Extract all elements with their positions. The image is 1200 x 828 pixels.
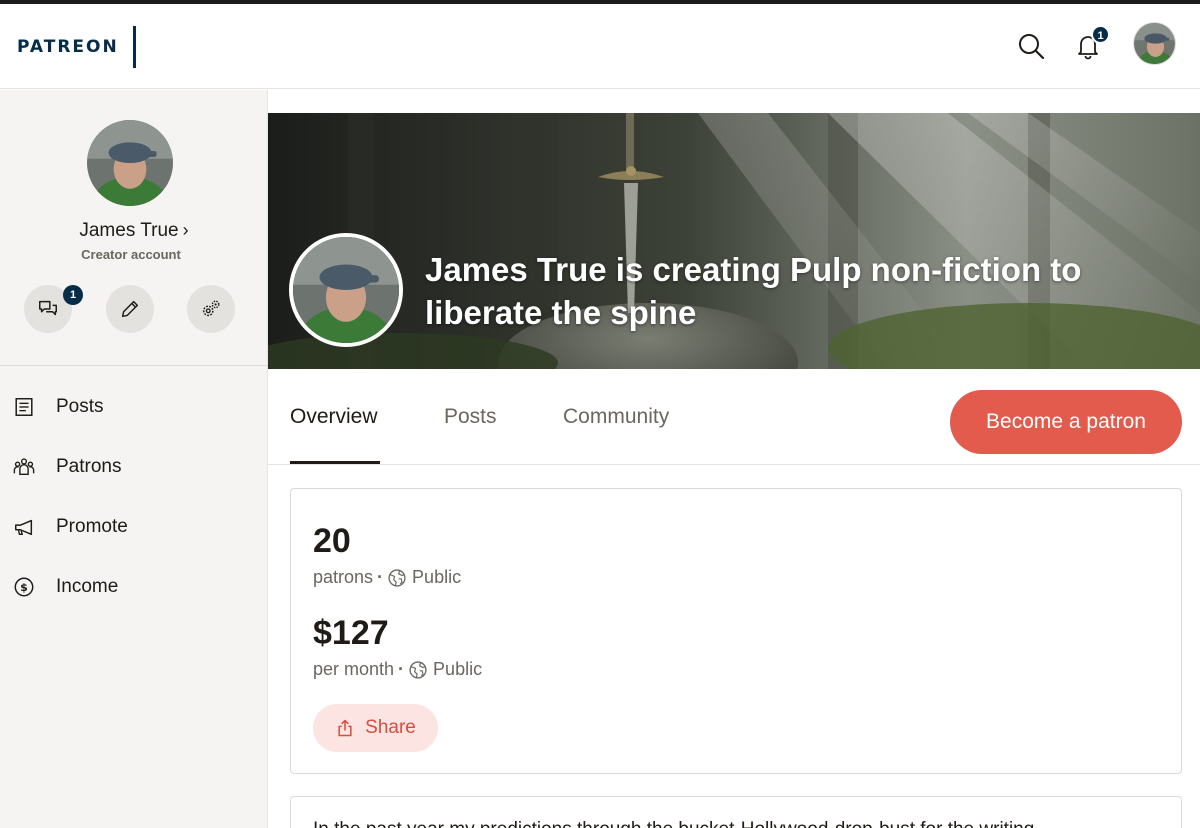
settings-button[interactable]	[187, 285, 235, 333]
patrons-label: patrons	[313, 567, 374, 587]
tab-posts[interactable]: Posts	[444, 405, 497, 429]
about-card: In the past year my predictions through …	[290, 796, 1182, 828]
patrons-meta: patrons · Public	[313, 567, 461, 588]
about-text: In the past year my predictions through …	[313, 819, 1173, 828]
globe-icon	[409, 660, 427, 679]
sidebar-item-promote[interactable]: Promote	[0, 505, 267, 549]
notification-badge: 1	[1091, 25, 1110, 44]
separator-dot: ·	[377, 567, 384, 587]
sidebar: James True › Creator account 1 Posts Pat…	[0, 90, 268, 828]
income-amount: $127	[313, 614, 389, 652]
pencil-icon	[121, 300, 139, 318]
sidebar-divider	[0, 365, 268, 366]
creator-avatar[interactable]	[87, 120, 173, 206]
sidebar-item-label: Patrons	[56, 456, 122, 477]
chevron-right-icon: ›	[182, 220, 189, 240]
cover-banner: James True is creating Pulp non-fiction …	[268, 113, 1200, 369]
sidebar-item-posts[interactable]: Posts	[0, 385, 267, 429]
svg-text:$: $	[20, 581, 28, 594]
income-meta: per month · Public	[313, 659, 482, 680]
creator-name[interactable]: James True ›	[0, 220, 268, 242]
edit-button[interactable]	[106, 285, 154, 333]
messages-badge: 1	[63, 285, 83, 305]
search-icon[interactable]	[1016, 31, 1046, 61]
share-button[interactable]: Share	[313, 704, 438, 752]
income-label: per month	[313, 659, 395, 679]
share-icon	[338, 719, 352, 737]
tab-community[interactable]: Community	[563, 405, 669, 429]
stats-card: 20 patrons · Public $127 per month · Pub…	[290, 488, 1182, 774]
gears-icon	[202, 300, 220, 317]
sidebar-item-label: Posts	[56, 396, 104, 417]
patrons-visibility: Public	[412, 567, 462, 587]
separator-dot: ·	[398, 659, 405, 679]
cover-avatar[interactable]	[289, 233, 403, 347]
share-label: Share	[365, 717, 416, 738]
account-type: Creator account	[81, 247, 181, 262]
user-avatar[interactable]	[1133, 22, 1176, 65]
people-icon	[13, 458, 35, 476]
sidebar-item-patrons[interactable]: Patrons	[0, 445, 267, 489]
globe-icon	[388, 568, 406, 587]
sidebar-item-income[interactable]: $ Income	[0, 565, 267, 609]
tab-overview[interactable]: Overview	[290, 405, 378, 429]
patrons-count: 20	[313, 522, 351, 560]
dollar-circle-icon: $	[14, 577, 34, 597]
page-title: James True is creating Pulp non-fiction …	[425, 251, 1082, 331]
patreon-logo[interactable]: PATREON	[17, 37, 119, 57]
creator-name-text: James True	[79, 220, 179, 241]
chat-bubbles-icon	[39, 300, 57, 316]
logo-divider	[133, 26, 136, 68]
become-patron-button[interactable]: Become a patron	[950, 390, 1182, 454]
sidebar-item-label: Promote	[56, 516, 128, 537]
megaphone-icon	[15, 519, 33, 536]
top-header: PATREON 1	[0, 4, 1200, 89]
sidebar-item-label: Income	[56, 576, 119, 597]
tabs-divider	[268, 464, 1200, 465]
document-list-icon	[15, 398, 33, 416]
income-visibility: Public	[433, 659, 483, 679]
